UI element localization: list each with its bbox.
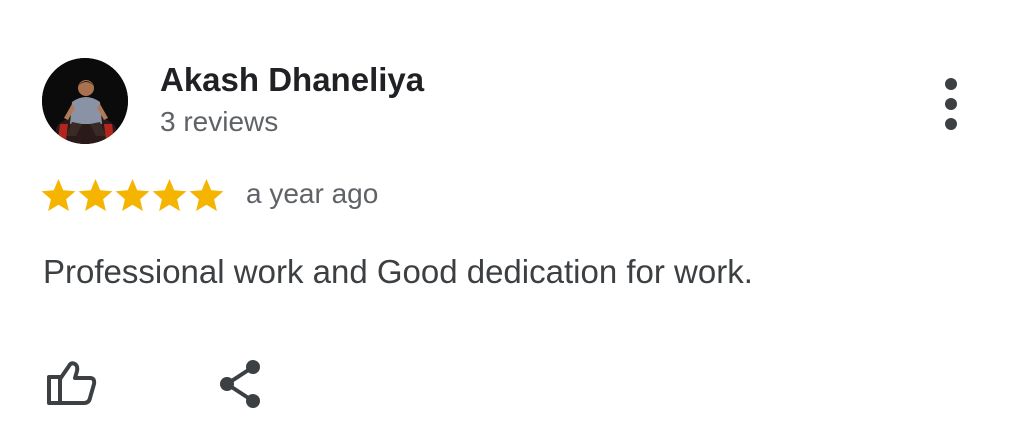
review-text: Professional work and Good dedication fo… (43, 253, 753, 290)
star-icon (152, 179, 187, 212)
author-name[interactable]: Akash Dhaneliya (160, 60, 424, 100)
author-review-count: 3 reviews (160, 106, 279, 137)
share-button[interactable] (212, 356, 268, 412)
avatar[interactable] (42, 58, 128, 144)
like-button[interactable] (40, 356, 100, 410)
star-icon (189, 179, 224, 212)
avatar-photo (42, 58, 128, 144)
share-icon (220, 360, 260, 408)
review-card: Akash Dhaneliya 3 reviews a year ago Pro… (0, 0, 1024, 432)
star-rating (40, 177, 225, 215)
star-icon (115, 179, 150, 212)
review-time: a year ago (246, 178, 379, 209)
more-options-button[interactable] (930, 76, 972, 132)
thumbs-up-icon (47, 361, 97, 405)
star-icon (78, 179, 113, 212)
star-icon (41, 179, 76, 212)
